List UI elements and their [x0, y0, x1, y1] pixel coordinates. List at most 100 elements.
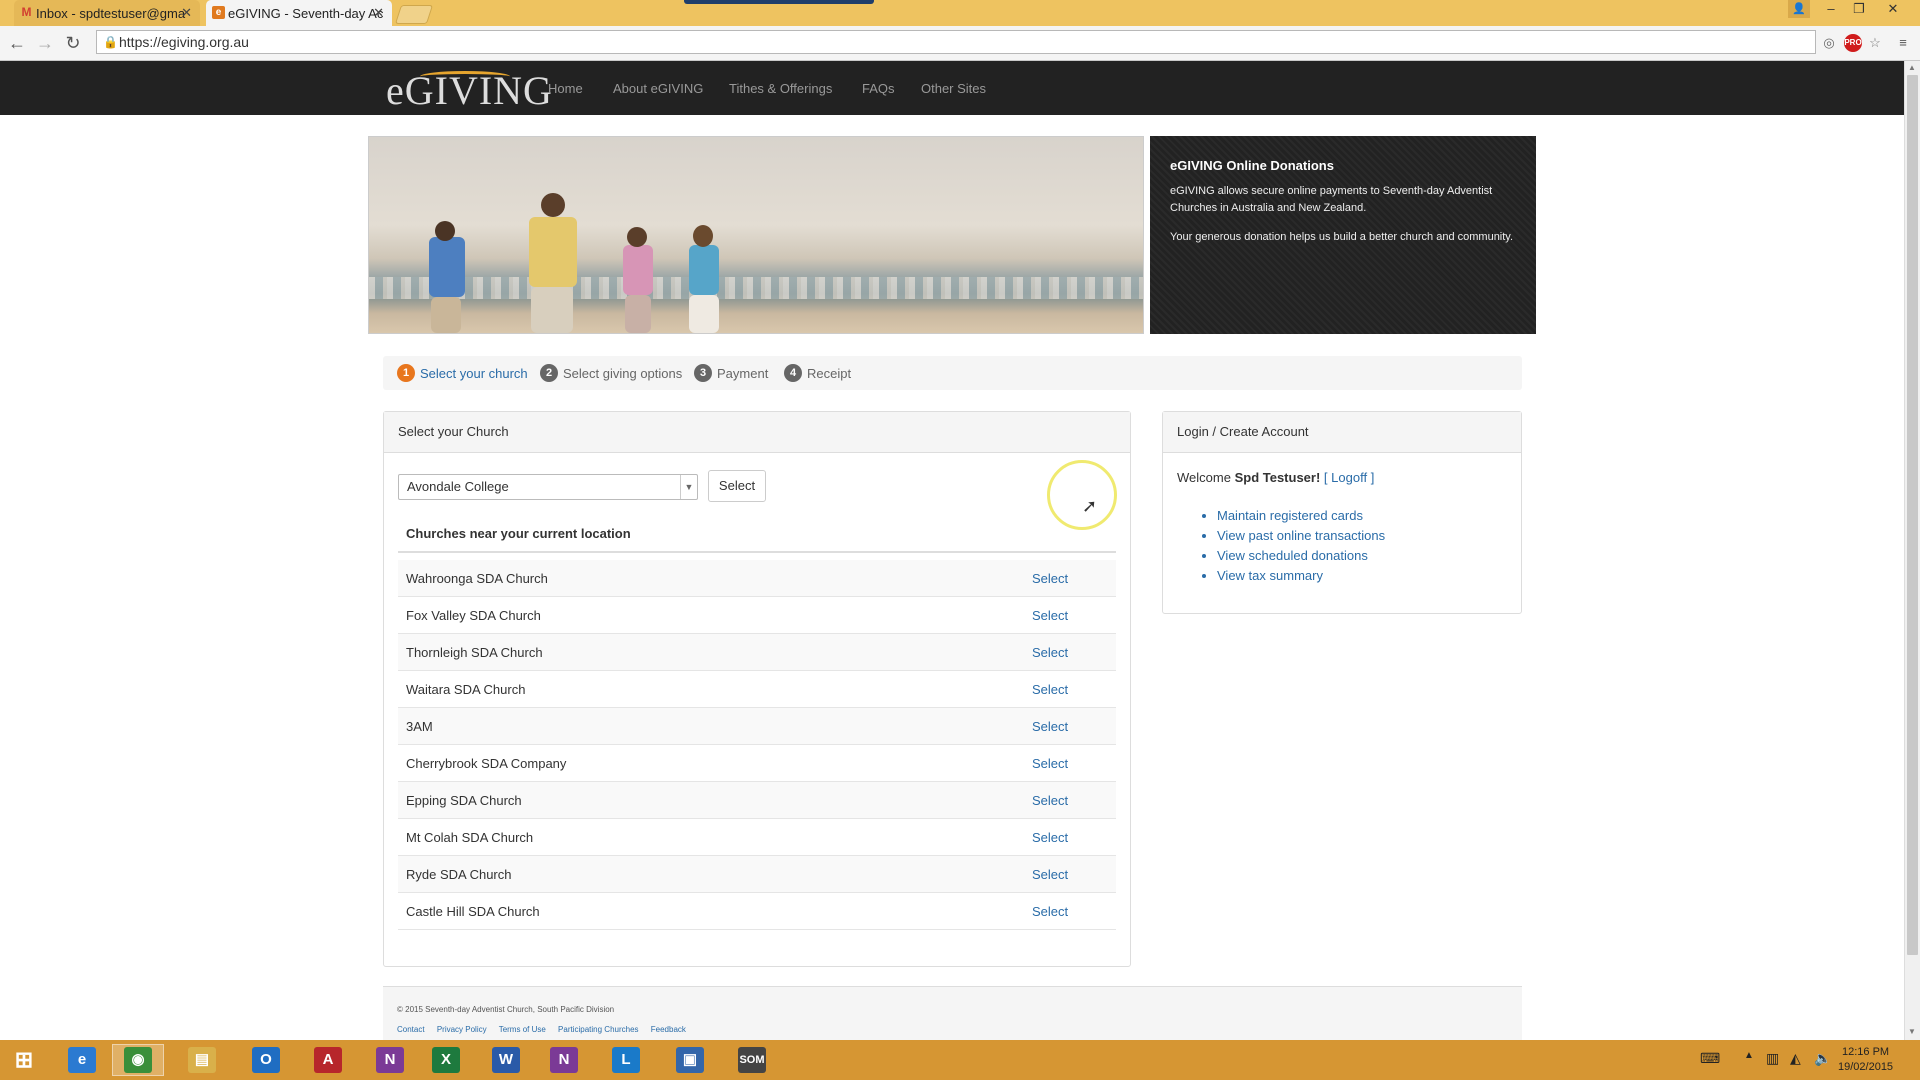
remote-desktop-icon[interactable]: ▣: [664, 1044, 716, 1076]
table-row: Cherrybrook SDA Company Select: [398, 745, 1116, 782]
keyboard-icon[interactable]: ⌨: [1700, 1050, 1720, 1067]
user-name: Spd Testuser!: [1234, 470, 1321, 485]
new-tab-button[interactable]: [394, 5, 434, 24]
maintain-cards-link[interactable]: Maintain registered cards: [1217, 506, 1385, 526]
church-dropdown[interactable]: Avondale College ▼: [398, 474, 698, 500]
nearby-churches-heading: Churches near your current location: [398, 526, 1116, 553]
onenote-icon[interactable]: N: [364, 1044, 416, 1076]
select-link[interactable]: Select: [1032, 682, 1068, 697]
pro-extension-icon[interactable]: PRO: [1844, 34, 1862, 52]
close-tab-icon[interactable]: ✕: [373, 5, 384, 21]
family-figure: [627, 227, 647, 247]
select-link[interactable]: Select: [1032, 793, 1068, 808]
access-icon[interactable]: A: [302, 1044, 354, 1076]
network-icon[interactable]: ▥: [1766, 1050, 1779, 1067]
lync-icon[interactable]: L: [600, 1044, 652, 1076]
egiving-logo[interactable]: eGIVING: [386, 67, 553, 114]
church-dropdown-value: Avondale College: [407, 479, 509, 494]
bookmark-star-icon[interactable]: ☆: [1866, 34, 1884, 52]
page-scrollbar[interactable]: ▲ ▼: [1904, 61, 1920, 1040]
footer-link-privacy[interactable]: Privacy Policy: [437, 1025, 487, 1034]
tab-egiving[interactable]: e eGIVING - Seventh-day Ac ✕: [206, 0, 392, 26]
back-icon[interactable]: ←: [6, 32, 28, 54]
nav-tithes[interactable]: Tithes & Offerings: [729, 81, 832, 96]
user-profile-icon[interactable]: 👤: [1788, 0, 1810, 18]
church-name: Wahroonga SDA Church: [406, 571, 548, 586]
church-name: Epping SDA Church: [406, 793, 522, 808]
start-button-icon[interactable]: ⊞: [0, 1044, 48, 1076]
tab-title: eGIVING - Seventh-day Ac: [228, 5, 384, 21]
footer-link-terms[interactable]: Terms of Use: [499, 1025, 546, 1034]
family-figure: [625, 295, 651, 333]
step-label: Receipt: [807, 365, 852, 381]
logoff-link[interactable]: Logoff: [1331, 470, 1367, 485]
table-row: Wahroonga SDA Church Select: [398, 560, 1116, 597]
chrome-icon[interactable]: ◉: [112, 1044, 164, 1076]
nav-about[interactable]: About eGIVING: [613, 81, 703, 96]
gmail-icon: M: [21, 5, 32, 19]
excel-icon[interactable]: X: [420, 1044, 472, 1076]
wifi-icon[interactable]: ◭: [1790, 1050, 1801, 1067]
welcome-message: Welcome Spd Testuser! [ Logoff ]: [1177, 470, 1375, 485]
select-link[interactable]: Select: [1032, 904, 1068, 919]
select-link[interactable]: Select: [1032, 571, 1068, 586]
file-explorer-icon[interactable]: ▤: [176, 1044, 228, 1076]
clock-date: 19/02/2015: [1838, 1061, 1894, 1073]
word-icon[interactable]: W: [480, 1044, 532, 1076]
outlook-icon[interactable]: O: [240, 1044, 292, 1076]
select-link[interactable]: Select: [1032, 719, 1068, 734]
footer-link-churches[interactable]: Participating Churches: [558, 1025, 638, 1034]
close-window-icon[interactable]: ✕: [1880, 0, 1906, 18]
close-tab-icon[interactable]: ✕: [181, 5, 192, 21]
step-number: 3: [694, 364, 712, 382]
menu-icon[interactable]: ≡: [1894, 34, 1912, 52]
step-receipt: 4 Receipt: [784, 364, 851, 382]
info-title: eGIVING Online Donations: [1170, 158, 1334, 173]
scroll-down-icon[interactable]: ▼: [1908, 1027, 1916, 1036]
nav-home[interactable]: Home: [548, 81, 583, 96]
scrollbar-thumb[interactable]: [1907, 75, 1918, 955]
church-name: Mt Colah SDA Church: [406, 830, 534, 845]
internet-explorer-icon[interactable]: e: [56, 1044, 108, 1076]
scroll-up-icon[interactable]: ▲: [1908, 63, 1916, 72]
volume-icon[interactable]: 🔈: [1814, 1050, 1831, 1067]
select-link[interactable]: Select: [1032, 756, 1068, 771]
extension-icon[interactable]: ◎: [1820, 34, 1838, 52]
som-icon[interactable]: SOM: [726, 1044, 778, 1076]
address-bar[interactable]: 🔒 https://egiving.org.au: [96, 30, 1816, 54]
nav-other-sites[interactable]: Other Sites: [921, 81, 986, 96]
system-clock[interactable]: 12:16 PM 19/02/2015: [1838, 1045, 1893, 1075]
table-row: Castle Hill SDA Church Select: [398, 893, 1116, 930]
forward-icon[interactable]: →: [34, 32, 56, 54]
tax-summary-link[interactable]: View tax summary: [1217, 566, 1385, 586]
onenote-alt-icon[interactable]: N: [538, 1044, 590, 1076]
account-panel: Login / Create Account Welcome Spd Testu…: [1162, 411, 1522, 614]
info-paragraph: eGIVING allows secure online payments to…: [1170, 185, 1493, 214]
step-select-church[interactable]: 1 Select your church: [397, 364, 528, 382]
browser-titlebar: M Inbox - spdtestuser@gma ✕ e eGIVING - …: [0, 0, 1920, 26]
copyright-text: © 2015 Seventh-day Adventist Church, Sou…: [397, 1005, 615, 1014]
family-figure: [689, 245, 719, 295]
footer-link-contact[interactable]: Contact: [397, 1025, 425, 1034]
info-box: eGIVING Online Donations eGIVING allows …: [1150, 136, 1536, 334]
footer-link-feedback[interactable]: Feedback: [651, 1025, 686, 1034]
select-link[interactable]: Select: [1032, 830, 1068, 845]
select-link[interactable]: Select: [1032, 645, 1068, 660]
site-header: eGIVING Home About eGIVING Tithes & Offe…: [0, 61, 1904, 115]
table-row: Thornleigh SDA Church Select: [398, 634, 1116, 671]
family-figure: [541, 193, 565, 217]
tab-gmail[interactable]: M Inbox - spdtestuser@gma ✕: [14, 0, 200, 26]
select-link[interactable]: Select: [1032, 608, 1068, 623]
progress-steps: 1 Select your church 2 Select giving opt…: [383, 356, 1522, 390]
minimize-icon[interactable]: –: [1818, 0, 1844, 18]
scheduled-donations-link[interactable]: View scheduled donations: [1217, 546, 1385, 566]
nav-faqs[interactable]: FAQs: [862, 81, 895, 96]
restore-icon[interactable]: ❐: [1846, 0, 1872, 18]
select-link[interactable]: Select: [1032, 867, 1068, 882]
footer-links: Contact Privacy Policy Terms of Use Part…: [397, 1025, 696, 1034]
show-hidden-icons-icon[interactable]: ▲: [1744, 1050, 1754, 1061]
chevron-down-icon[interactable]: ▼: [680, 475, 697, 499]
select-church-button[interactable]: Select: [708, 470, 766, 502]
past-transactions-link[interactable]: View past online transactions: [1217, 526, 1385, 546]
reload-icon[interactable]: ↻: [62, 32, 84, 54]
